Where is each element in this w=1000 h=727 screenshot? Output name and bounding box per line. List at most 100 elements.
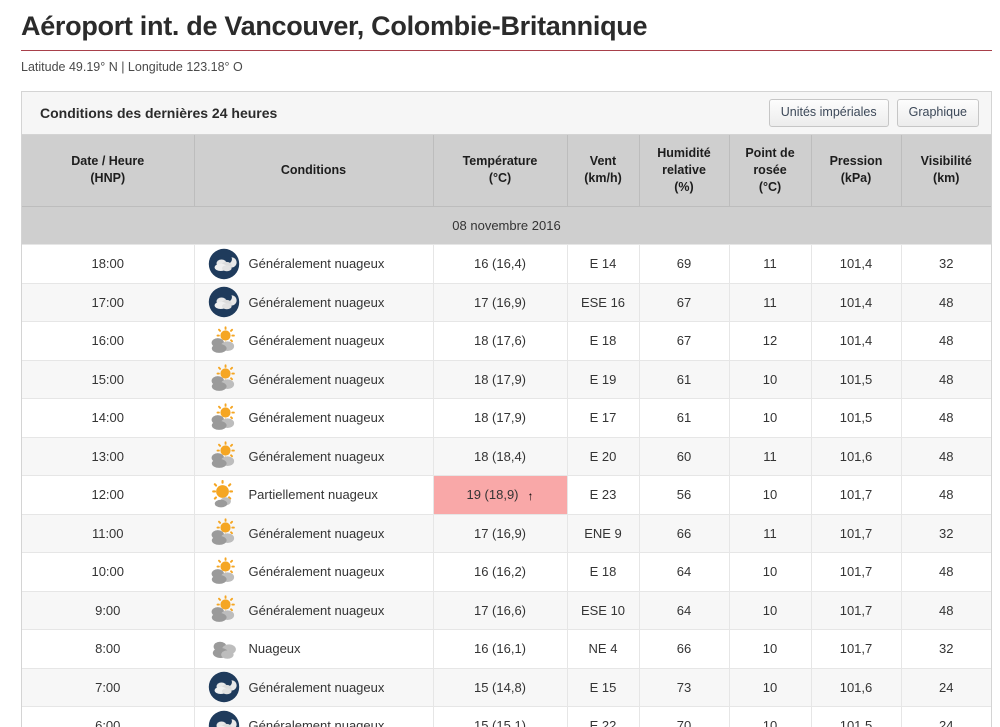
sun-clouds-icon xyxy=(211,595,235,623)
cell-visibility: 32 xyxy=(901,244,991,284)
cell-time: 12:00 xyxy=(22,475,195,515)
cell-conditions: Généralement nuageux xyxy=(194,706,434,727)
cell-humidity: 60 xyxy=(639,437,730,477)
cell-humidity: 67 xyxy=(639,283,730,323)
table-row: 11:00 Généralement nuageux 17 (16,9) ENE 9… xyxy=(22,514,991,554)
cell-temperature: 16 (16,1) xyxy=(433,629,568,669)
cell-temperature: 18 (17,9) xyxy=(433,360,568,400)
cell-dewpoint: 10 xyxy=(729,475,812,515)
cell-temperature: 16 (16,2) xyxy=(433,552,568,592)
column-header-conditions[interactable]: Conditions xyxy=(194,135,434,207)
column-header-wind[interactable]: Vent (km/h) xyxy=(567,135,640,207)
cell-temperature: 15 (15,1) xyxy=(433,706,568,727)
column-header-visibility[interactable]: Visibilité (km) xyxy=(901,135,991,207)
cell-humidity: 69 xyxy=(639,244,730,284)
cell-dewpoint: 10 xyxy=(729,398,812,438)
column-header-pressure[interactable]: Pression (kPa) xyxy=(811,135,902,207)
table-row: 15:00 Généralement nuageux 18 (17,9) E 19 6… xyxy=(22,360,991,400)
cell-dewpoint: 10 xyxy=(729,360,812,400)
imperial-units-button[interactable]: Unités impériales xyxy=(768,99,889,127)
cell-wind: NE 4 xyxy=(567,629,640,669)
table-body: 08 novembre 2016 18:00 Généralement nuage… xyxy=(22,206,991,727)
condition-label: Généralement nuageux xyxy=(248,679,385,695)
temperature-value: 17 (16,9) xyxy=(473,294,527,310)
column-header-line3: (°C) xyxy=(758,179,782,194)
panel-header: Conditions des dernières 24 heures Unité… xyxy=(22,92,991,136)
table-row: 18:00 Généralement nuageux 16 (16,4) E 14 6… xyxy=(22,244,991,284)
sun-clouds-icon xyxy=(211,364,235,392)
cell-conditions: Généralement nuageux xyxy=(194,360,434,400)
column-header-dewpoint[interactable]: Point de rosée (°C) xyxy=(729,135,812,207)
cell-time: 14:00 xyxy=(22,398,195,438)
column-header-humidity[interactable]: Humidité relative (%) xyxy=(639,135,730,207)
cell-time: 9:00 xyxy=(22,591,195,631)
condition-label: Généralement nuageux xyxy=(248,602,385,618)
page-title: Aéroport int. de Vancouver, Colombie-Bri… xyxy=(21,11,648,41)
condition-label: Généralement nuageux xyxy=(248,525,385,541)
cell-wind: E 18 xyxy=(567,321,640,361)
cell-humidity: 66 xyxy=(639,629,730,669)
condition-content: Généralement nuageux xyxy=(199,710,429,727)
cell-time: 8:00 xyxy=(22,629,195,669)
cell-dewpoint: 11 xyxy=(729,514,812,554)
cell-pressure: 101,7 xyxy=(811,552,902,592)
cell-wind: ENE 9 xyxy=(567,514,640,554)
sun-clouds-icon xyxy=(211,441,235,469)
cell-pressure: 101,4 xyxy=(811,244,902,284)
column-header-line2: (km) xyxy=(933,171,960,186)
table-header: Date / Heure (HNP) Conditions Températur… xyxy=(22,135,991,207)
cell-pressure: 101,5 xyxy=(811,398,902,438)
temperature-value: 18 (17,9) xyxy=(473,371,527,387)
cell-conditions: Généralement nuageux xyxy=(194,398,434,438)
temperature-value: 19 (18,9) xyxy=(466,487,519,503)
column-header-line1: Point de xyxy=(745,146,795,161)
column-header-line2: (°C) xyxy=(488,171,512,186)
cell-humidity: 70 xyxy=(639,706,730,727)
cell-temperature: 15 (14,8) xyxy=(433,668,568,708)
cell-visibility: 48 xyxy=(901,591,991,631)
condition-content: Généralement nuageux xyxy=(199,556,429,588)
cell-temperature: 17 (16,6) xyxy=(433,591,568,631)
cell-humidity: 56 xyxy=(639,475,730,515)
cell-temperature: 19 (18,9) ↑ xyxy=(433,475,568,515)
graph-button[interactable]: Graphique xyxy=(896,99,979,127)
condition-label: Généralement nuageux xyxy=(248,333,385,349)
night-cloudy-icon xyxy=(208,287,239,318)
cell-visibility: 32 xyxy=(901,514,991,554)
temperature-value: 16 (16,1) xyxy=(473,641,527,657)
cell-wind: E 17 xyxy=(567,398,640,438)
cell-pressure: 101,5 xyxy=(811,706,902,727)
cell-humidity: 64 xyxy=(639,591,730,631)
cell-humidity: 61 xyxy=(639,398,730,438)
column-header-line2: rosée xyxy=(753,162,787,177)
cell-conditions: Généralement nuageux xyxy=(194,244,434,284)
cell-conditions: Partiellement nuageux xyxy=(194,475,434,515)
condition-content: Généralement nuageux xyxy=(199,402,429,434)
night-cloudy-icon xyxy=(208,672,239,703)
cell-time: 15:00 xyxy=(22,360,195,400)
table-row: 7:00 Généralement nuageux 15 (14,8) E 15 73… xyxy=(22,668,991,708)
temperature-value: 18 (17,6) xyxy=(473,333,527,349)
column-header-datetime[interactable]: Date / Heure (HNP) xyxy=(22,135,195,207)
table-row: 10:00 Généralement nuageux 16 (16,2) E 18 6… xyxy=(22,552,991,592)
column-header-line1: Conditions xyxy=(280,162,347,177)
cell-temperature: 17 (16,9) xyxy=(433,514,568,554)
temperature-trend-up-icon: ↑ xyxy=(527,488,534,503)
night-cloudy-icon xyxy=(208,248,239,280)
title-divider xyxy=(21,50,992,52)
temperature-value: 17 (16,9) xyxy=(473,525,527,541)
cell-pressure: 101,7 xyxy=(811,514,902,554)
cell-conditions: Généralement nuageux xyxy=(194,514,434,554)
column-header-temperature[interactable]: Température (°C) xyxy=(433,135,568,207)
temperature-value: 18 (17,9) xyxy=(473,410,527,426)
cell-time: 6:00 xyxy=(22,706,195,727)
sun-clouds-icon xyxy=(211,403,235,430)
condition-content: Partiellement nuageux xyxy=(199,479,429,511)
condition-label: Généralement nuageux xyxy=(248,294,385,310)
cell-dewpoint: 10 xyxy=(729,552,812,592)
condition-label: Généralement nuageux xyxy=(248,410,385,426)
table-row: 6:00 Généralement nuageux 15 (15,1) E 22 70… xyxy=(22,706,991,727)
cell-conditions: Généralement nuageux xyxy=(194,437,434,477)
column-header-line2: (km/h) xyxy=(584,171,622,186)
column-header-line1: Visibilité xyxy=(920,154,972,169)
